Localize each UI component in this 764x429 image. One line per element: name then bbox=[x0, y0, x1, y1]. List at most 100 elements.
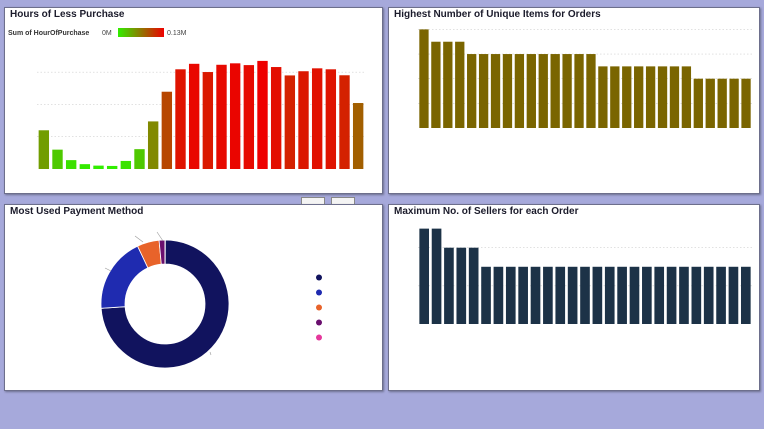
bar bbox=[467, 54, 477, 129]
bar bbox=[270, 67, 282, 169]
bar bbox=[93, 165, 104, 169]
payment-chart bbox=[100, 231, 322, 369]
bar bbox=[717, 78, 727, 128]
bar bbox=[502, 54, 513, 129]
bar bbox=[555, 266, 566, 324]
bar bbox=[311, 68, 323, 169]
bar bbox=[202, 72, 214, 169]
bar bbox=[352, 103, 364, 169]
donut-slice bbox=[100, 245, 149, 309]
bar bbox=[538, 54, 548, 129]
bar bbox=[617, 266, 627, 324]
leader-line bbox=[134, 235, 144, 243]
bar bbox=[243, 65, 255, 169]
bar bbox=[65, 160, 77, 169]
bar bbox=[691, 266, 702, 324]
leader-line bbox=[156, 231, 164, 242]
bar bbox=[740, 266, 751, 324]
sellers-panel: Maximum No. of Sellers for each Order bbox=[388, 204, 760, 391]
hours-panel: Hours of Less Purchase Sum of HourOfPurc… bbox=[4, 7, 383, 194]
sellers-chart bbox=[418, 228, 752, 324]
bar bbox=[634, 66, 644, 128]
bar bbox=[478, 54, 489, 129]
bar bbox=[530, 266, 541, 324]
bar bbox=[52, 149, 63, 169]
bar bbox=[681, 66, 692, 128]
bar bbox=[518, 266, 528, 324]
bar bbox=[543, 266, 553, 324]
color-legend-label: Sum of HourOfPurchase bbox=[8, 30, 89, 37]
bar bbox=[728, 266, 739, 324]
color-legend-gradient bbox=[118, 28, 164, 37]
bar bbox=[431, 228, 442, 324]
bar bbox=[257, 60, 268, 170]
bar bbox=[216, 64, 227, 169]
payment-panel: Most Used Payment Method bbox=[4, 204, 383, 391]
bar bbox=[610, 66, 620, 128]
leader-line bbox=[209, 351, 212, 356]
legend-swatch bbox=[316, 319, 322, 326]
bar bbox=[325, 69, 337, 169]
bar bbox=[550, 54, 560, 129]
bar bbox=[666, 266, 677, 324]
bar bbox=[106, 165, 118, 169]
bar bbox=[161, 91, 173, 169]
legend-swatch bbox=[316, 289, 322, 296]
bar bbox=[642, 266, 652, 324]
legend-swatch bbox=[316, 334, 322, 341]
bar bbox=[592, 266, 603, 324]
bar bbox=[567, 266, 578, 324]
bar bbox=[526, 54, 536, 129]
bar bbox=[679, 266, 689, 324]
bar bbox=[574, 54, 584, 129]
bar bbox=[188, 63, 200, 169]
bar bbox=[79, 164, 91, 169]
bar bbox=[419, 228, 430, 324]
bar bbox=[514, 54, 525, 129]
color-legend-min: 0M bbox=[102, 30, 112, 37]
bar bbox=[703, 266, 714, 324]
bar bbox=[622, 66, 632, 128]
bar bbox=[705, 78, 715, 128]
bar bbox=[716, 266, 726, 324]
bar bbox=[120, 160, 132, 169]
bar bbox=[604, 266, 615, 324]
legend-swatch bbox=[316, 304, 322, 311]
bar bbox=[229, 63, 241, 169]
bar bbox=[443, 41, 453, 128]
bar bbox=[481, 266, 491, 324]
unique-items-panel: Highest Number of Unique Items for Order… bbox=[388, 7, 760, 194]
unique-items-chart bbox=[418, 29, 752, 129]
bar bbox=[444, 247, 454, 324]
bar bbox=[669, 66, 680, 128]
hours-chart: Sum of HourOfPurchase 0M 0.13M bbox=[8, 28, 365, 170]
bar bbox=[645, 66, 656, 128]
bar bbox=[580, 266, 590, 324]
bar bbox=[456, 247, 467, 324]
bar bbox=[175, 69, 186, 169]
leader-line bbox=[104, 267, 112, 272]
bar bbox=[654, 266, 665, 324]
bar bbox=[298, 71, 309, 169]
bar bbox=[586, 54, 596, 129]
bar bbox=[431, 41, 441, 128]
bar bbox=[468, 247, 479, 324]
bar bbox=[38, 130, 50, 169]
bar bbox=[339, 75, 350, 169]
bar bbox=[147, 121, 159, 169]
color-legend-max: 0.13M bbox=[167, 30, 187, 37]
bar bbox=[134, 149, 145, 169]
bar bbox=[505, 266, 516, 324]
bar bbox=[562, 54, 572, 129]
bar bbox=[598, 66, 608, 128]
bar bbox=[419, 29, 429, 129]
bar bbox=[493, 266, 504, 324]
bar bbox=[284, 75, 296, 169]
bar bbox=[729, 78, 739, 128]
bar bbox=[693, 78, 703, 128]
bar bbox=[629, 266, 640, 324]
bar bbox=[490, 54, 501, 129]
legend-swatch bbox=[316, 274, 322, 281]
bar bbox=[657, 66, 668, 128]
bar bbox=[741, 78, 751, 128]
